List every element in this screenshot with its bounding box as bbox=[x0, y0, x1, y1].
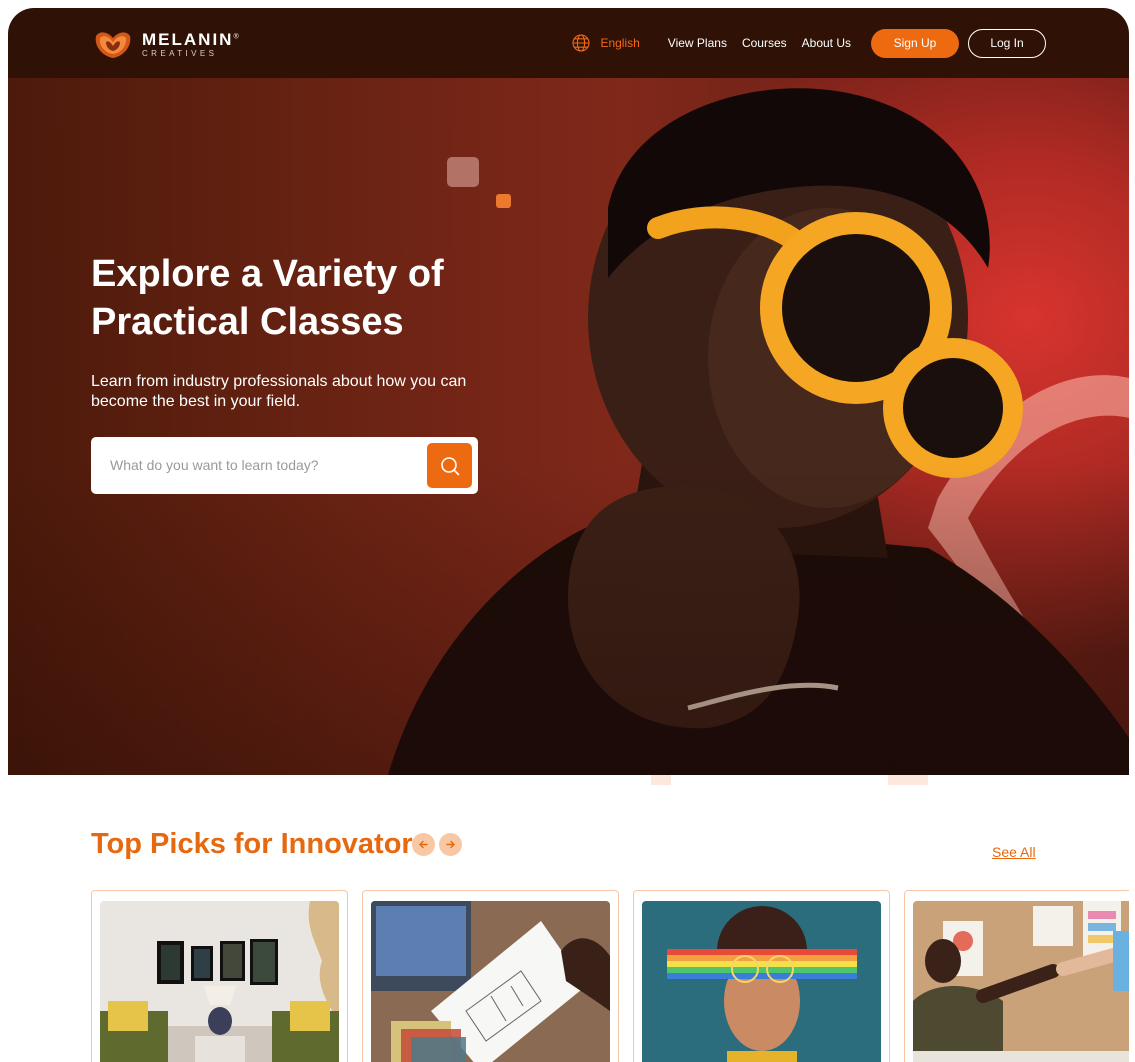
course-card[interactable] bbox=[904, 890, 1129, 1062]
section-title: Top Picks for Innovators bbox=[91, 828, 429, 860]
search-input[interactable] bbox=[110, 454, 410, 476]
language-selector[interactable]: English bbox=[572, 34, 640, 52]
nav-courses[interactable]: Courses bbox=[742, 36, 787, 50]
course-card-image bbox=[642, 901, 881, 1062]
search-button[interactable] bbox=[427, 443, 472, 488]
see-all-link[interactable]: See All bbox=[992, 844, 1036, 860]
arrow-right-icon bbox=[446, 840, 455, 849]
logo-subtitle: CREATIVES bbox=[142, 48, 218, 58]
search-icon bbox=[440, 456, 459, 475]
course-card[interactable] bbox=[362, 890, 619, 1062]
page-frame: MELANIN® CREATIVES English View Plans Co… bbox=[8, 8, 1129, 1062]
nav-view-plans[interactable]: View Plans bbox=[668, 36, 727, 50]
hero-title: Explore a Variety of Practical Classes bbox=[91, 253, 444, 343]
hero-subtitle: Learn from industry professionals about … bbox=[91, 373, 467, 410]
hero-shade bbox=[8, 78, 1129, 775]
decorative-mark bbox=[651, 775, 671, 785]
arrow-left-icon bbox=[419, 840, 428, 849]
sign-up-button[interactable]: Sign Up bbox=[871, 28, 959, 58]
brand-logo[interactable]: MELANIN® CREATIVES bbox=[94, 28, 241, 60]
hero-banner: Explore a Variety of Practical Classes L… bbox=[8, 78, 1129, 775]
course-card-image bbox=[913, 901, 1129, 1062]
carousel-prev-button[interactable] bbox=[412, 833, 435, 856]
course-card[interactable] bbox=[633, 890, 890, 1062]
decorative-mark bbox=[888, 775, 928, 785]
logo-mark-icon bbox=[95, 32, 131, 58]
language-label: English bbox=[600, 36, 640, 50]
decorative-square-small bbox=[496, 194, 511, 208]
course-card-image bbox=[100, 901, 339, 1062]
top-navbar: MELANIN® CREATIVES English View Plans Co… bbox=[8, 8, 1129, 78]
decorative-square bbox=[447, 157, 479, 187]
carousel-next-button[interactable] bbox=[439, 833, 462, 856]
main-nav: English View Plans Courses About Us Sign… bbox=[572, 28, 1046, 58]
course-search-bar bbox=[91, 437, 478, 494]
log-in-button[interactable]: Log In bbox=[968, 28, 1046, 58]
logo-name: MELANIN® bbox=[142, 29, 241, 49]
course-card-image bbox=[371, 901, 610, 1062]
globe-icon bbox=[572, 34, 590, 52]
nav-about-us[interactable]: About Us bbox=[802, 36, 851, 50]
course-card[interactable] bbox=[91, 890, 348, 1062]
